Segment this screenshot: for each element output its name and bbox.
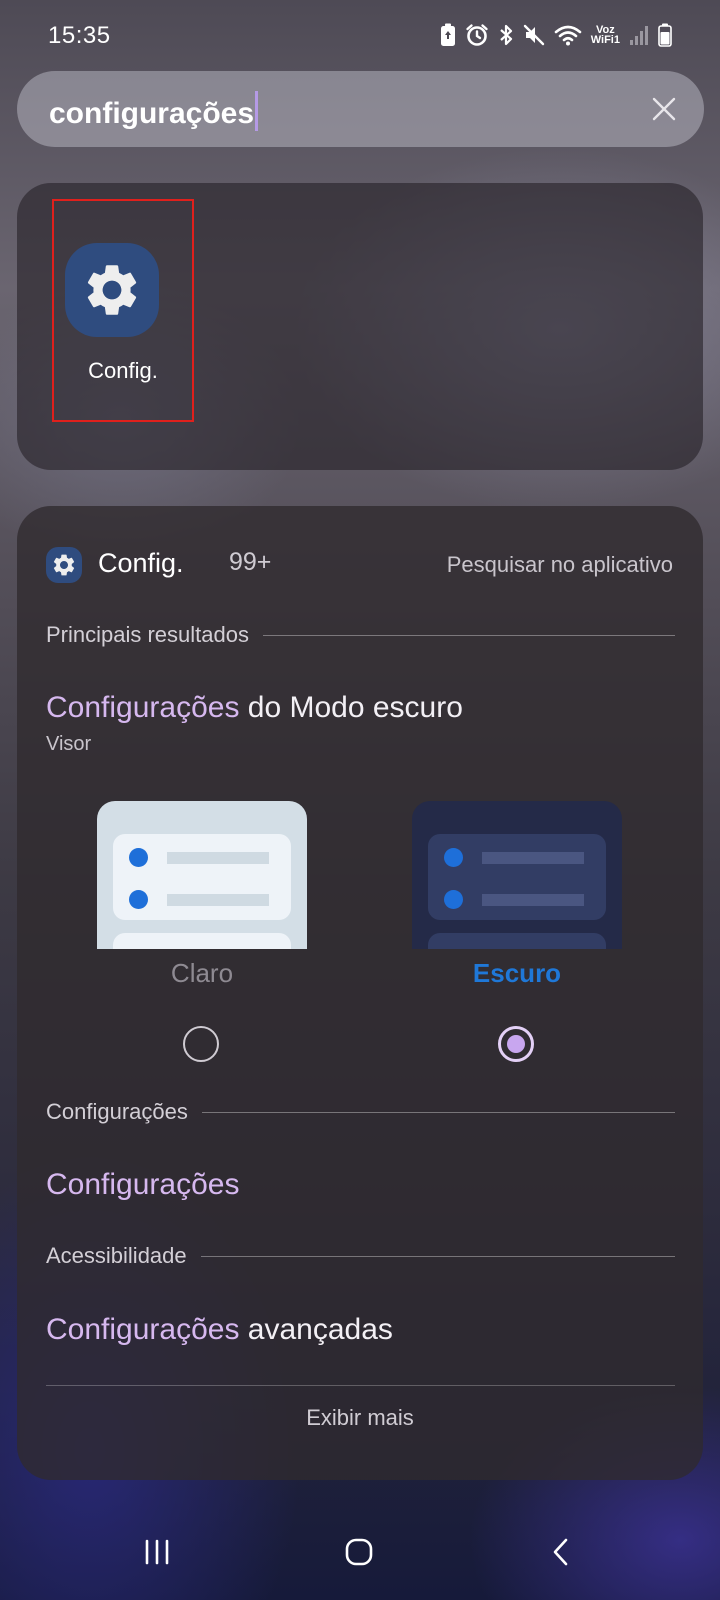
result-rest: do Modo escuro [239, 691, 463, 724]
light-theme-radio[interactable] [183, 1026, 219, 1062]
preview-dot [129, 848, 148, 867]
status-icons: Voz WiFi1 [440, 22, 672, 48]
search-query-text: configurações [49, 97, 255, 130]
dark-theme-radio[interactable] [498, 1026, 534, 1062]
settings-result[interactable]: Configurações [46, 1168, 239, 1202]
light-theme-label[interactable]: Claro [97, 958, 307, 989]
signal-icon [630, 26, 648, 45]
alarm-icon [466, 24, 488, 46]
search-in-app-link[interactable]: Pesquisar no aplicativo [447, 552, 673, 578]
result-highlight: Configurações [46, 691, 240, 724]
gear-icon [53, 554, 75, 576]
preview-tile [428, 834, 606, 920]
section-accessibility: Acessibilidade [46, 1241, 675, 1271]
mute-icon [523, 24, 544, 46]
close-icon[interactable] [650, 95, 678, 123]
results-app-icon [46, 547, 82, 583]
text-cursor [255, 91, 259, 131]
status-bar: 15:35 Voz WiFi1 [0, 0, 720, 70]
gear-icon [87, 265, 137, 315]
dark-mode-result[interactable]: Configurações do Modo escuro [46, 691, 463, 725]
result-highlight: Configurações [46, 1313, 240, 1346]
advanced-settings-result[interactable]: Configurações avançadas [46, 1313, 393, 1347]
dark-theme-label[interactable]: Escuro [412, 958, 622, 989]
section-label: Acessibilidade [46, 1243, 187, 1268]
section-divider [201, 1111, 675, 1113]
search-bar[interactable]: configurações [17, 71, 704, 147]
results-app-name: Config. [98, 548, 184, 578]
light-theme-preview[interactable] [97, 801, 307, 949]
section-divider [200, 1255, 675, 1257]
battery-saver-icon [440, 23, 455, 46]
search-input[interactable]: configurações [49, 91, 259, 131]
app-config[interactable] [65, 243, 159, 337]
dark-mode-subtitle: Visor [46, 733, 92, 755]
battery-icon [658, 23, 672, 47]
settings-results-card: Config. 99+ Pesquisar no aplicativo Prin… [17, 506, 703, 1480]
section-top-results: Principais resultados [46, 620, 675, 650]
back-button[interactable] [531, 1522, 591, 1582]
preview-dot [129, 890, 148, 909]
dark-theme-preview[interactable] [412, 801, 622, 949]
recents-button[interactable] [127, 1522, 187, 1582]
section-settings: Configurações [46, 1097, 675, 1127]
preview-bar [167, 894, 269, 906]
preview-bar [482, 852, 584, 864]
preview-bar [167, 852, 269, 864]
results-count: 99+ [229, 548, 272, 576]
back-icon [553, 1538, 568, 1566]
section-label: Principais resultados [46, 622, 249, 647]
section-divider [262, 634, 675, 636]
bluetooth-icon [500, 24, 512, 46]
home-button[interactable] [329, 1522, 389, 1582]
result-rest: avançadas [239, 1313, 393, 1346]
status-time: 15:35 [48, 22, 111, 49]
footer-divider [46, 1385, 675, 1386]
recents-icon [145, 1539, 169, 1565]
preview-dot [444, 890, 463, 909]
home-icon [345, 1538, 373, 1566]
navigation-bar [0, 1500, 720, 1600]
app-config-label[interactable]: Config. [52, 358, 194, 384]
preview-bar [482, 894, 584, 906]
wifi-icon [554, 25, 582, 46]
preview-tile [113, 834, 291, 920]
voz-wifi-label: Voz WiFi1 [590, 24, 620, 46]
preview-dot [444, 848, 463, 867]
preview-tile [428, 933, 606, 949]
app-results-card: Config. [17, 183, 703, 470]
section-label: Configurações [46, 1099, 188, 1124]
results-header: Config. 99+ Pesquisar no aplicativo [46, 544, 673, 584]
preview-tile [113, 933, 291, 949]
show-more-button[interactable]: Exibir mais [17, 1405, 703, 1431]
